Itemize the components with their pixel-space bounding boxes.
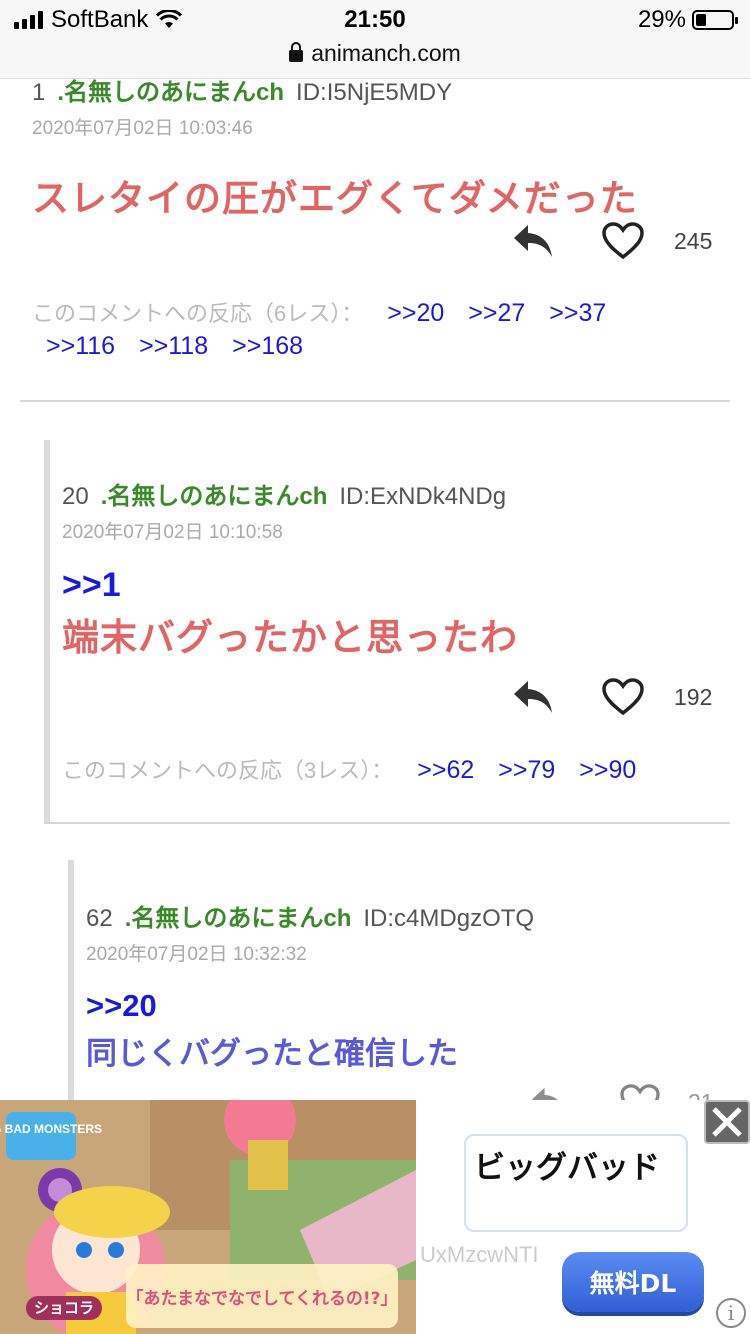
comment-meta: 20 .名無しのあにまんch ID:ExNDk4NDg	[62, 476, 732, 511]
reactions-list-continued: >>116 >>118 >>168	[22, 332, 712, 361]
post-date: 2020年07月02日 10:10:58	[62, 522, 283, 543]
anchor-link[interactable]: >>1	[62, 566, 732, 605]
reaction-link[interactable]: >>37	[549, 299, 606, 327]
battery-percent: 29%	[637, 6, 686, 33]
comment-1-actions: 245	[512, 222, 712, 260]
reactions-list: このコメントへの反応（3レス）： >>62 >>79 >>90	[62, 753, 732, 785]
free-download-button[interactable]: 無料DL	[562, 1252, 704, 1312]
ad-character-name: ショコラ	[34, 1299, 94, 1317]
comment-meta: 62 .名無しのあにまんch ID:c4MDgzOTQ	[86, 898, 732, 933]
battery-area: 29%	[637, 6, 738, 34]
comment-body: 端末バグったかと思ったわ	[62, 616, 518, 659]
like-count: 245	[674, 227, 713, 254]
poster-name[interactable]: .名無しのあにまんch	[101, 476, 328, 511]
game-logo-text: BIG BAD MONSTERS	[0, 1122, 102, 1136]
reaction-link[interactable]: >>168	[232, 332, 303, 360]
comment-meta: 1 .名無しのあにまんch ID:I5NjE5MDY	[32, 72, 732, 107]
ad-artwork: BIG BAD MONSTERS 「あたまなでなでしてくれるの!?」 ショコラ	[0, 1100, 416, 1334]
comment-body: 同じくバグったと確信した	[86, 1036, 458, 1072]
lock-icon	[289, 42, 304, 62]
reaction-link[interactable]: >>118	[139, 332, 208, 360]
like-heart-icon[interactable]	[602, 222, 644, 260]
ad-banner[interactable]: BIG BAD MONSTERS 「あたまなでなでしてくれるの!?」 ショコラ …	[0, 1100, 750, 1334]
divider	[20, 400, 730, 402]
comment-body: スレタイの圧がエグくてダメだった	[32, 177, 638, 220]
reaction-link[interactable]: >>27	[468, 299, 525, 327]
ad-image[interactable]: BIG BAD MONSTERS 「あたまなでなでしてくれるの!?」 ショコラ	[0, 1100, 416, 1334]
ad-title: ビッグバッド	[464, 1134, 688, 1232]
reaction-link[interactable]: >>20	[387, 299, 444, 327]
reply-indent-bar	[68, 860, 74, 1100]
poster-name[interactable]: .名無しのあにまんch	[125, 898, 352, 933]
ad-speech-text: 「あたまなでなでしてくれるの!?」	[126, 1288, 397, 1309]
anchor-link[interactable]: >>20	[86, 988, 732, 1024]
ad-info-panel[interactable]: ビッグバッド UxMzcwNTI 無料DL	[416, 1100, 750, 1334]
reply-icon[interactable]	[512, 223, 554, 259]
ad-info-icon[interactable]: i	[716, 1298, 746, 1328]
reaction-link[interactable]: >>116	[46, 332, 115, 360]
poster-id[interactable]: ID:c4MDgzOTQ	[363, 905, 534, 933]
reactions-list: このコメントへの反応（6レス）： >>20 >>27 >>37	[32, 296, 722, 328]
poster-name[interactable]: .名無しのあにまんch	[57, 72, 284, 107]
reaction-link[interactable]: >>62	[417, 756, 474, 784]
like-heart-icon[interactable]	[602, 678, 644, 716]
divider	[44, 822, 730, 824]
comment-20-actions: 192	[512, 678, 712, 716]
address-bar[interactable]: animanch.com	[0, 40, 750, 67]
poster-id[interactable]: ID:ExNDk4NDg	[339, 483, 506, 511]
browser-status-bar: SoftBank 21:50 29% animanch.com	[0, 0, 750, 79]
post-date: 2020年07月02日 10:03:46	[32, 118, 253, 139]
comment-number: 1	[32, 79, 46, 106]
reaction-link[interactable]: >>79	[498, 756, 555, 784]
url-text: animanch.com	[311, 40, 461, 66]
reply-indent-bar	[44, 440, 50, 824]
underlying-id-text: UxMzcwNTI	[420, 1242, 539, 1267]
ad-close-button[interactable]	[704, 1100, 750, 1144]
poster-id[interactable]: ID:I5NjE5MDY	[296, 79, 452, 107]
comment-number: 20	[62, 483, 89, 510]
comment-20: 20 .名無しのあにまんch ID:ExNDk4NDg 2020年07月02日 …	[62, 476, 732, 661]
reactions-label: このコメントへの反応（3レス）：	[62, 758, 394, 783]
reply-icon[interactable]	[512, 679, 554, 715]
comment-62: 62 .名無しのあにまんch ID:c4MDgzOTQ 2020年07月02日 …	[86, 898, 732, 1073]
close-icon	[712, 1107, 742, 1137]
comment-number: 62	[86, 905, 113, 932]
like-count: 192	[674, 683, 713, 710]
post-date: 2020年07月02日 10:32:32	[86, 944, 307, 965]
battery-icon	[692, 10, 738, 30]
comment-1: 1 .名無しのあにまんch ID:I5NjE5MDY 2020年07月02日 1…	[32, 72, 732, 222]
reaction-link[interactable]: >>90	[579, 756, 636, 784]
reactions-label: このコメントへの反応（6レス）：	[32, 301, 364, 326]
